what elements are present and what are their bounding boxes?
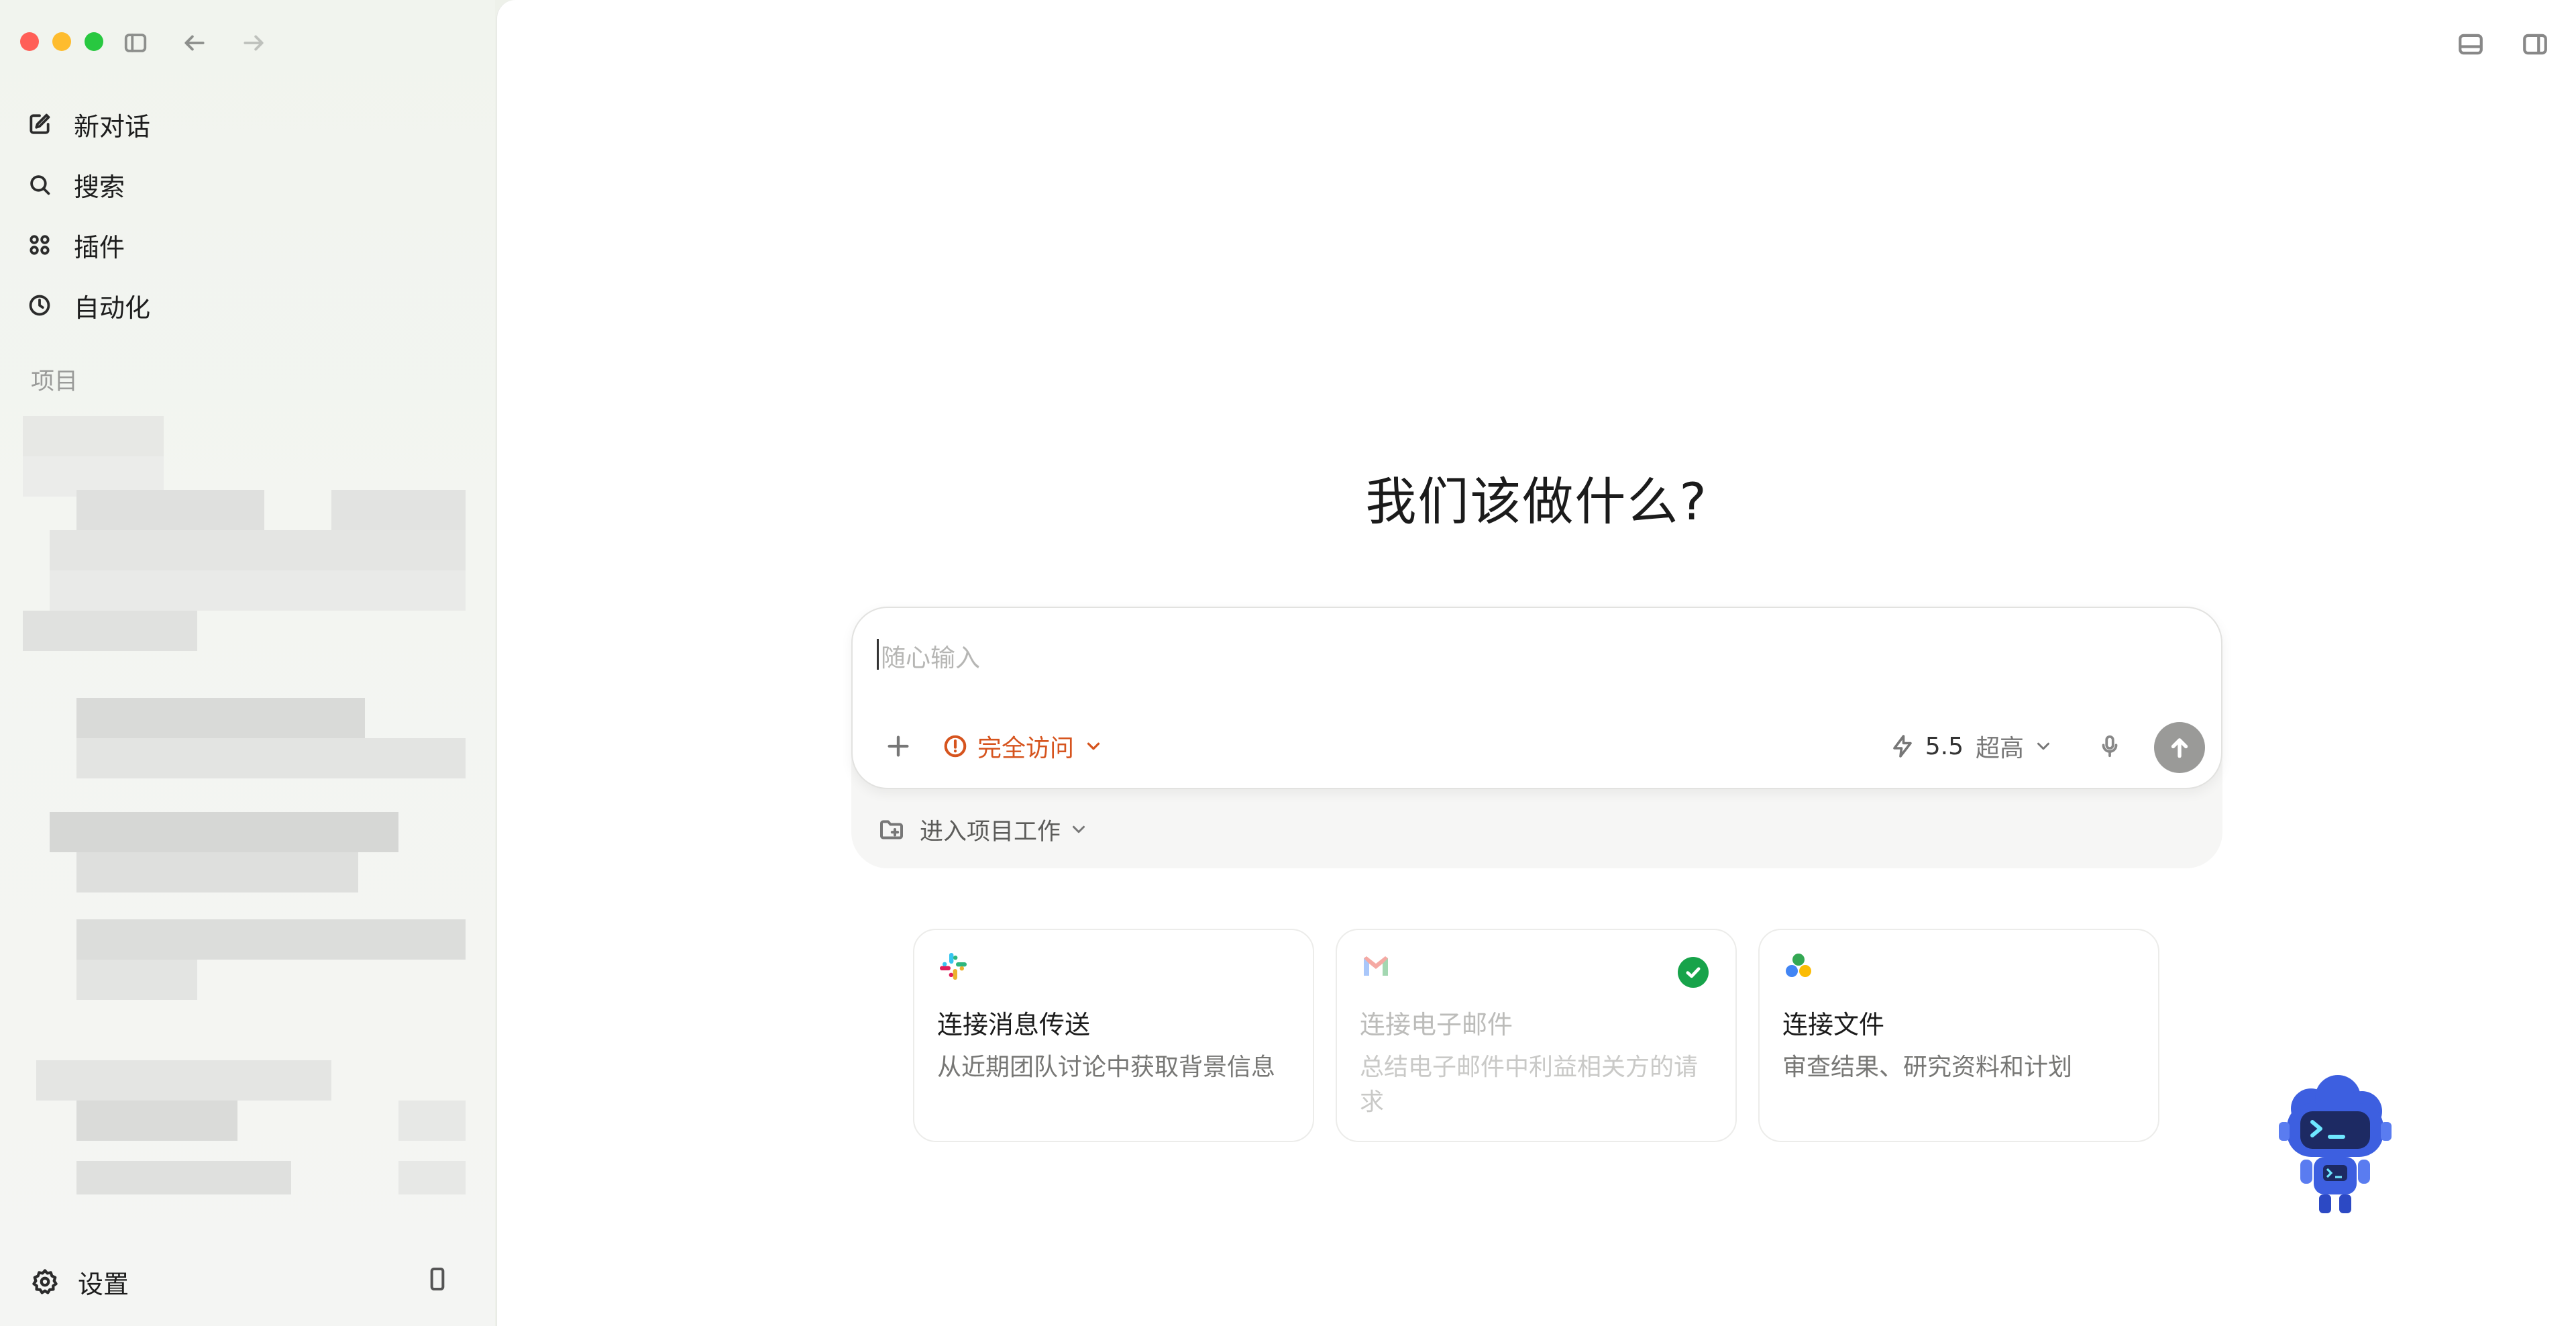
right-panel-icon[interactable] <box>2519 28 2551 60</box>
sidebar: 新对话 搜索 插件 自动化 项目 设置 <box>0 0 495 1326</box>
window-controls <box>20 32 103 51</box>
add-attachment-button[interactable] <box>879 727 917 765</box>
model-version: 5.5 <box>1925 732 1964 760</box>
connector-card-email[interactable]: 连接电子邮件 总结电子邮件中利益相关方的请求 <box>1336 929 1737 1142</box>
search-icon <box>30 175 50 195</box>
sidebar-item-label: 搜索 <box>74 172 125 202</box>
folder-plus-icon <box>880 820 903 839</box>
sidebar-item-label: 新对话 <box>74 111 151 142</box>
drive-logo-icon <box>1786 954 1811 977</box>
terminal-panel-icon[interactable] <box>2455 28 2487 60</box>
project-mode-label: 进入项目工作 <box>920 818 1061 846</box>
zoom-window-button[interactable] <box>85 32 103 51</box>
connected-check-icon <box>1678 957 1709 988</box>
send-button[interactable] <box>2154 722 2205 773</box>
access-mode-label: 完全访问 <box>977 735 1075 762</box>
settings-button[interactable]: 设置 <box>31 1262 474 1302</box>
close-window-button[interactable] <box>20 32 39 51</box>
sidebar-nav: 新对话 搜索 插件 自动化 <box>27 94 470 336</box>
forward-arrow-icon[interactable] <box>239 28 268 58</box>
prompt-input[interactable]: 随心输入 <box>881 638 980 674</box>
sidebar-item-plugins[interactable]: 插件 <box>27 215 470 275</box>
settings-label: 设置 <box>78 1269 129 1299</box>
blurred-project-list <box>23 409 476 1215</box>
page-title: 我们该做什么? <box>1365 472 1708 531</box>
back-arrow-icon[interactable] <box>180 28 209 58</box>
main-panel: 我们该做什么? 随心输入 完全访问 5.5 超高 进入项目工作 连接消息传送 从… <box>496 0 2576 1326</box>
minimize-window-button[interactable] <box>52 32 71 51</box>
connector-title: 连接消息传送 <box>937 1010 1091 1039</box>
lightning-icon <box>1892 735 1912 758</box>
slack-logo-icon <box>940 953 967 980</box>
connector-card-files[interactable]: 连接文件 审查结果、研究资料和计划 <box>1758 929 2159 1142</box>
warning-circle-icon <box>944 735 967 758</box>
sidebar-item-label: 插件 <box>74 232 125 262</box>
arrow-up-icon <box>2171 738 2188 758</box>
project-mode-dropdown[interactable]: 进入项目工作 <box>878 809 1089 850</box>
gmail-logo-icon <box>1364 956 1388 976</box>
prompt-composer[interactable]: 随心输入 完全访问 5.5 超高 <box>851 607 2222 789</box>
microphone-icon <box>2102 735 2118 758</box>
access-mode-dropdown[interactable]: 完全访问 <box>943 727 1104 765</box>
sidebar-item-label: 自动化 <box>74 293 151 323</box>
gear-icon <box>32 1269 58 1294</box>
sidebar-item-new-chat[interactable]: 新对话 <box>27 94 470 154</box>
connector-card-messaging[interactable]: 连接消息传送 从近期团队讨论中获取背景信息 <box>913 929 1314 1142</box>
connector-title: 连接电子邮件 <box>1360 1010 1513 1039</box>
plus-icon <box>888 735 909 757</box>
chevron-down-icon <box>1087 742 1100 750</box>
connector-title: 连接文件 <box>1782 1010 1885 1039</box>
compose-icon <box>30 113 50 134</box>
mobile-device-icon[interactable] <box>424 1266 453 1295</box>
sidebar-item-search[interactable]: 搜索 <box>27 154 470 215</box>
text-caret <box>877 639 879 670</box>
connector-description: 总结电子邮件中利益相关方的请求 <box>1360 1054 1699 1116</box>
chevron-down-icon <box>1073 825 1085 833</box>
composer-container: 随心输入 完全访问 5.5 超高 进入项目工作 <box>851 607 2222 868</box>
clock-icon <box>29 295 50 316</box>
chevron-down-icon <box>2037 742 2049 750</box>
connector-description: 审查结果、研究资料和计划 <box>1782 1054 2073 1081</box>
model-level: 超高 <box>1975 735 2024 762</box>
connector-cards: 连接消息传送 从近期团队讨论中获取背景信息 连接电子邮件 总结电子邮件中利益相关… <box>913 929 2159 1142</box>
sidebar-item-automation[interactable]: 自动化 <box>27 275 470 336</box>
connector-description: 从近期团队讨论中获取背景信息 <box>937 1054 1276 1081</box>
plugins-icon <box>30 235 50 255</box>
robot-mascot-icon[interactable] <box>2268 1074 2402 1221</box>
projects-section-title: 项目 <box>31 368 78 395</box>
toggle-sidebar-icon[interactable] <box>121 28 150 58</box>
microphone-button[interactable] <box>2092 729 2127 764</box>
model-selector-dropdown[interactable]: 5.5 超高 <box>1890 727 2053 765</box>
